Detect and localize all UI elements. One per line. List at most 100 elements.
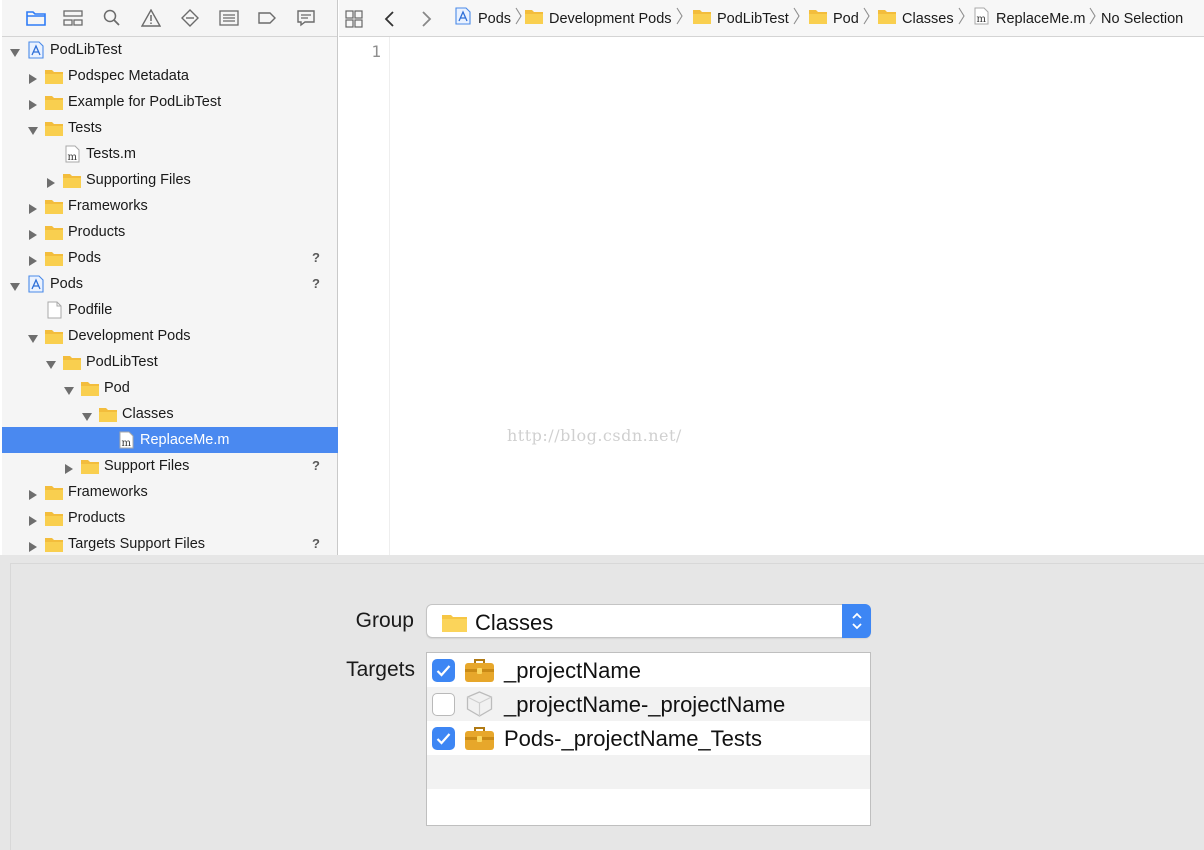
disclosure-collapsed-icon[interactable] (28, 253, 38, 266)
disclosure-collapsed-icon[interactable] (28, 539, 38, 552)
breadcrumb-item[interactable]: PodLibTest (692, 0, 800, 37)
tree-row-label: Development Pods (68, 328, 191, 344)
disclosure-collapsed-icon[interactable] (28, 71, 38, 84)
disclosure-expanded-icon[interactable] (28, 123, 38, 135)
chevron-right-icon (515, 7, 522, 30)
tree-row-label: Frameworks (68, 484, 148, 500)
tree-row[interactable]: Classes (2, 401, 338, 427)
checkbox-unchecked[interactable] (432, 693, 455, 716)
bundle-icon (464, 691, 495, 718)
tree-row[interactable]: PodLibTest (2, 349, 338, 375)
status-badge: ? (312, 458, 320, 473)
back-button[interactable] (383, 0, 397, 37)
disclosure-expanded-icon[interactable] (64, 383, 74, 395)
chevron-right-icon (863, 7, 870, 30)
disclosure-collapsed-icon[interactable] (28, 487, 38, 500)
breadcrumb-label: PodLibTest (717, 10, 789, 27)
disclosure-expanded-icon[interactable] (10, 45, 20, 57)
tree-row-label: Pods (68, 250, 102, 266)
chevron-right-icon (1089, 7, 1097, 30)
comment-icon[interactable] (295, 8, 317, 28)
tree-row[interactable]: Frameworks (2, 479, 338, 505)
folder-icon (62, 171, 82, 189)
disclosure-collapsed-icon[interactable] (64, 461, 74, 474)
tree-row[interactable]: PodLibTest (2, 37, 338, 63)
watermark: http://blog.csdn.net/ (507, 426, 682, 445)
folder-icon (524, 7, 544, 30)
tree-row[interactable]: m ReplaceMe.m (2, 427, 338, 453)
search-icon[interactable] (101, 8, 123, 28)
tree-row[interactable]: Pod (2, 375, 338, 401)
disclosure-expanded-icon[interactable] (46, 357, 56, 369)
breadcrumb-label: Pod (833, 10, 859, 27)
diamond-icon[interactable] (179, 8, 201, 28)
target-row[interactable]: Pods-_projectName_Tests (427, 721, 870, 755)
checkbox-checked[interactable] (432, 727, 455, 750)
target-row[interactable]: _projectName (427, 653, 870, 687)
folder-icon (692, 7, 712, 30)
disclosure-expanded-icon[interactable] (82, 409, 92, 421)
folder-icon[interactable] (25, 8, 47, 28)
breadcrumb-item[interactable]: No Selection (1101, 0, 1183, 37)
tree-row[interactable]: Development Pods (2, 323, 338, 349)
folder-icon (441, 611, 468, 638)
tree-row-label: Pods (50, 276, 84, 292)
list-icon[interactable] (218, 8, 240, 28)
tree-row[interactable]: Pods? (2, 271, 338, 297)
tree-row[interactable]: Supporting Files (2, 167, 338, 193)
file-tree: PodLibTest Podspec Metadata Example for Po… (2, 37, 338, 557)
tree-row-label: Example for PodLibTest (68, 94, 222, 110)
breadcrumb-item[interactable]: Pod (808, 0, 870, 37)
folder-icon (44, 535, 64, 553)
tree-row[interactable]: Support Files? (2, 453, 338, 479)
checkbox-checked[interactable] (432, 659, 455, 682)
disclosure-expanded-icon[interactable] (28, 331, 38, 343)
hierarchy-icon[interactable] (62, 8, 84, 28)
disclosure-collapsed-icon[interactable] (28, 513, 38, 526)
breadcrumb-item[interactable]: Classes (877, 0, 965, 37)
disclosure-expanded-icon[interactable] (10, 279, 20, 291)
disclosure-collapsed-icon[interactable] (28, 227, 38, 240)
tree-row[interactable]: Podspec Metadata (2, 63, 338, 89)
tree-row[interactable]: Example for PodLibTest (2, 89, 338, 115)
disclosure-collapsed-icon[interactable] (46, 175, 56, 188)
folder-icon (44, 509, 64, 527)
project-icon (453, 7, 473, 30)
group-popup-button[interactable]: Classes (426, 604, 871, 638)
m-file-icon: m (116, 431, 136, 449)
tree-row[interactable]: Pods? (2, 245, 338, 271)
breadcrumb-item[interactable]: Pods (453, 0, 522, 37)
tree-row[interactable]: Tests (2, 115, 338, 141)
tree-row[interactable]: Products (2, 219, 338, 245)
tree-row[interactable]: Products (2, 505, 338, 531)
disclosure-collapsed-icon[interactable] (28, 201, 38, 214)
breadcrumb-item[interactable]: m ReplaceMe.m (971, 0, 1097, 37)
targets-list: _projectName _projectName-_projectName Pod… (426, 652, 871, 826)
tree-row-label: Classes (122, 406, 174, 422)
folder-icon (80, 457, 100, 475)
tree-row-label: Podspec Metadata (68, 68, 189, 84)
source-editor[interactable]: http://blog.csdn.net/ (390, 37, 1204, 555)
chevron-right-icon (793, 7, 800, 30)
toolbox-icon (464, 657, 495, 684)
target-row[interactable]: _projectName-_projectName (427, 687, 870, 721)
project-icon (26, 41, 46, 59)
related-items-icon[interactable] (345, 0, 363, 37)
tree-row-label: Products (68, 510, 126, 526)
breadcrumb-item[interactable]: Development Pods (524, 0, 683, 37)
forward-button[interactable] (419, 0, 433, 37)
tree-row[interactable]: m Tests.m (2, 141, 338, 167)
chevron-updown-icon[interactable] (842, 604, 871, 638)
xcode-window: PodLibTest Podspec Metadata Example for Po… (0, 0, 1204, 555)
tree-row[interactable]: Frameworks (2, 193, 338, 219)
tag-icon[interactable] (256, 8, 278, 28)
folder-icon (62, 353, 82, 371)
warning-icon[interactable] (140, 8, 162, 28)
svg-text:m: m (68, 152, 78, 163)
m-file-icon: m (971, 7, 991, 30)
project-icon (26, 275, 46, 293)
tree-row-label: PodLibTest (50, 42, 122, 58)
disclosure-collapsed-icon[interactable] (28, 97, 38, 110)
tree-row[interactable]: Podfile (2, 297, 338, 323)
tree-row[interactable]: Targets Support Files? (2, 531, 338, 557)
